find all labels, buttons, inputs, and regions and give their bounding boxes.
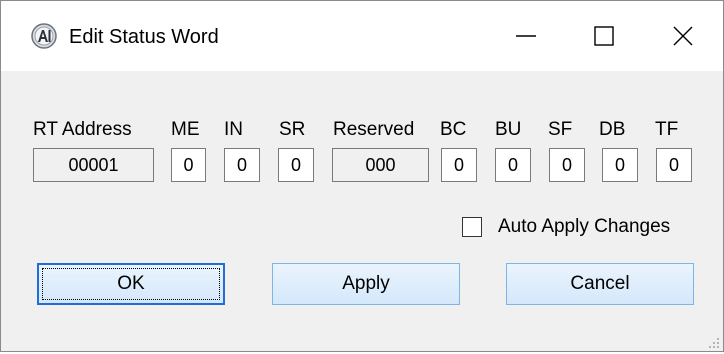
minimize-button[interactable] — [487, 1, 565, 71]
window-title: Edit Status Word — [69, 26, 219, 48]
apply-button-label: Apply — [342, 273, 390, 294]
bc-label: BC — [440, 119, 467, 140]
maximize-icon — [594, 26, 614, 46]
ok-button[interactable]: OK — [37, 263, 225, 305]
db-label: DB — [599, 119, 626, 140]
sr-label: SR — [279, 119, 306, 140]
me-field[interactable]: 0 — [171, 148, 206, 182]
resize-grip-icon[interactable] — [708, 336, 720, 348]
bc-field[interactable]: 0 — [441, 148, 477, 182]
tf-field[interactable]: 0 — [656, 148, 692, 182]
sf-field[interactable]: 0 — [549, 148, 585, 182]
cancel-button-label: Cancel — [570, 273, 630, 294]
tf-label: TF — [655, 119, 679, 140]
reserved-field: 000 — [332, 148, 429, 182]
apply-button[interactable]: Apply — [272, 263, 460, 305]
maximize-button[interactable] — [565, 1, 643, 71]
bu-field[interactable]: 0 — [495, 148, 531, 182]
in-field[interactable]: 0 — [224, 148, 260, 182]
close-button[interactable] — [644, 1, 722, 71]
title-bar[interactable]: Edit Status Word — [1, 1, 723, 71]
cancel-button[interactable]: Cancel — [506, 263, 694, 305]
rt-address-field: 00001 — [33, 148, 154, 182]
sf-label: SF — [548, 119, 573, 140]
focus-rectangle — [42, 268, 220, 300]
ai-logo-icon — [31, 23, 57, 49]
auto-apply-label[interactable]: Auto Apply Changes — [498, 215, 670, 239]
bu-label: BU — [495, 119, 522, 140]
db-field[interactable]: 0 — [602, 148, 638, 182]
edit-status-word-dialog: Edit Status Word RT Address ME IN SR Res… — [0, 0, 724, 352]
close-icon — [673, 26, 693, 46]
rt-address-label: RT Address — [33, 119, 132, 140]
sr-field[interactable]: 0 — [278, 148, 314, 182]
me-label: ME — [171, 119, 200, 140]
minimize-icon — [516, 35, 536, 37]
auto-apply-checkbox[interactable] — [462, 217, 482, 237]
reserved-label: Reserved — [333, 119, 415, 140]
in-label: IN — [224, 119, 243, 140]
